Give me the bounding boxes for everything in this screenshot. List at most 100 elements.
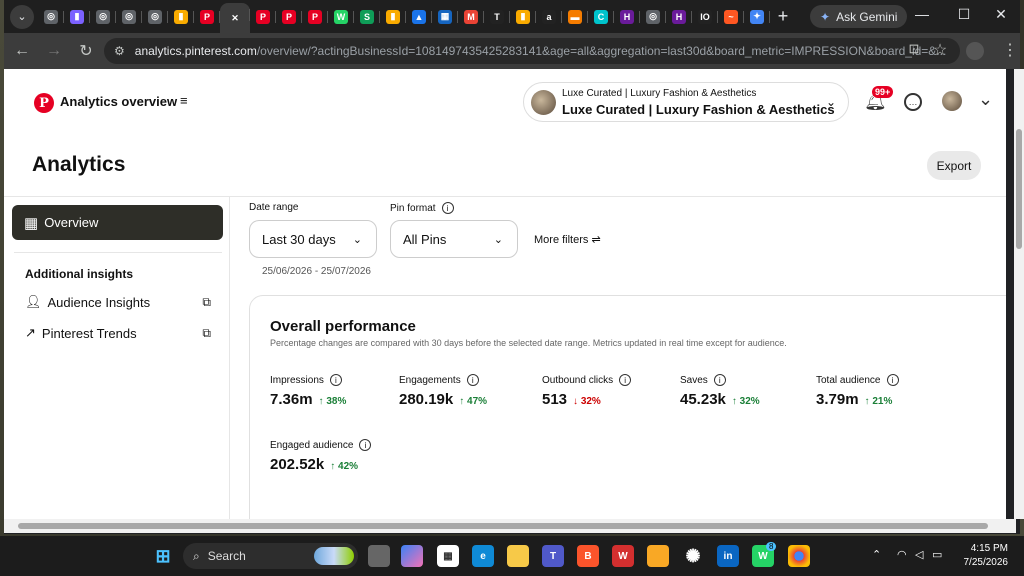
battery-icon[interactable]: ▭ (932, 548, 942, 561)
new-tab-button[interactable]: + (770, 6, 796, 27)
pin-format-select[interactable]: All Pins ⌄ (390, 220, 518, 258)
browser-tab[interactable]: ✦ (744, 5, 770, 29)
wps-office-icon[interactable]: W (612, 545, 634, 567)
url-host: analytics.pinterest.com (134, 44, 257, 58)
horizontal-scrollbar[interactable] (4, 519, 1016, 533)
browser-tab[interactable]: H (666, 5, 692, 29)
browser-tab[interactable]: ~ (718, 5, 744, 29)
browser-tab[interactable]: ▲ (406, 5, 432, 29)
amazon-icon: a (542, 9, 556, 24)
metric-change: ↑ 47% (459, 396, 487, 407)
back-button[interactable]: ← (8, 42, 36, 60)
copilot-icon[interactable] (401, 545, 423, 567)
teams-icon[interactable]: T (542, 545, 564, 567)
windows-start-icon[interactable]: ⊞ (152, 545, 174, 567)
browser-tab[interactable]: ◎ (640, 5, 666, 29)
browser-tab[interactable]: ◎ (116, 5, 142, 29)
maximize-button[interactable]: ☐ (949, 6, 979, 23)
info-icon[interactable]: i (466, 374, 479, 386)
task-view-icon[interactable] (368, 545, 390, 567)
browser-tab[interactable]: P (194, 5, 220, 29)
browser-tab[interactable]: H (614, 5, 640, 29)
browser-tab[interactable]: ▬ (562, 5, 588, 29)
messages-icon[interactable]: … (904, 93, 922, 111)
browser-tab[interactable]: P (302, 5, 328, 29)
info-icon[interactable]: i (329, 374, 342, 386)
edge-icon[interactable]: e (472, 545, 494, 567)
metric-value: 280.19k (399, 391, 454, 408)
browser-tab[interactable]: ◎ (142, 5, 168, 29)
metric-engagements: Engagements i 280.19k ↑ 47% (399, 374, 487, 408)
browser-tab[interactable]: ✕ (220, 3, 250, 33)
browser-tab[interactable]: IO (692, 5, 718, 29)
export-button[interactable]: Export (927, 151, 981, 180)
metric-name-row: Engaged audience i (270, 439, 372, 451)
browser-tab[interactable]: M (458, 5, 484, 29)
linkedin-icon[interactable]: in (717, 545, 739, 567)
close-window-button[interactable]: ✕ (986, 6, 1016, 23)
account-menu-chevron-icon[interactable]: ⌄ (978, 89, 993, 110)
profile-avatar[interactable] (966, 42, 984, 60)
info-icon[interactable]: i (619, 374, 632, 386)
browser-tab[interactable]: P (276, 5, 302, 29)
tab-search-button[interactable]: ⌄ (10, 4, 34, 29)
chrome-menu-icon[interactable]: ⋮ (996, 40, 1024, 60)
metric-change-value: 32% (580, 396, 601, 407)
browser-tab[interactable]: a (536, 5, 562, 29)
file-explorer-icon[interactable] (507, 545, 529, 567)
sliders-icon: ⇌ (591, 234, 601, 246)
browser-tab[interactable]: ▮ (510, 5, 536, 29)
user-avatar[interactable] (942, 91, 962, 111)
browser-tab[interactable]: C (588, 5, 614, 29)
browser-tab[interactable]: W (328, 5, 354, 29)
install-app-icon[interactable]: ⊡ (900, 41, 928, 57)
info-icon[interactable]: i (886, 374, 899, 386)
browser-tab[interactable]: ▮ (168, 5, 194, 29)
generic-icon: ~ (724, 9, 738, 24)
ask-gemini-button[interactable]: ✦ Ask Gemini (810, 5, 908, 28)
store-icon[interactable]: ▦ (437, 545, 459, 567)
browser-tab[interactable]: P (250, 5, 276, 29)
info-icon[interactable]: i (713, 374, 726, 386)
pinterest-logo[interactable]: P (34, 93, 54, 113)
more-filters-button[interactable]: More filters ⇌ (534, 233, 601, 246)
metric-change-value: 42% (338, 461, 359, 472)
tray-chevron-icon[interactable]: ⌃ (872, 548, 881, 561)
scroll-thumb[interactable] (1016, 129, 1022, 249)
address-bar[interactable]: ⚙ analytics.pinterest.com/overview/?acti… (104, 38, 960, 64)
brave-icon[interactable]: B (577, 545, 599, 567)
reload-button[interactable]: ↻ (72, 41, 100, 61)
vertical-scrollbar[interactable] (1014, 69, 1024, 519)
volume-icon[interactable]: ◁ (915, 548, 923, 561)
clock[interactable]: 4:15 PM 7/25/2026 (964, 542, 1009, 570)
notes-icon[interactable] (647, 545, 669, 567)
chatgpt-icon[interactable]: ✺ (682, 545, 704, 567)
globe-icon: ◎ (96, 9, 110, 24)
info-icon[interactable]: i (359, 439, 372, 451)
sidebar-item-pinterest-trends[interactable]: ↗ Pinterest Trends ⧉ (25, 325, 211, 341)
browser-tab[interactable]: ◎ (38, 5, 64, 29)
url-path: /overview/?actingBusinessId=108149743542… (256, 44, 947, 58)
hamburger-menu-icon[interactable]: ≡ (180, 93, 188, 108)
wifi-icon[interactable]: ◠ (897, 548, 907, 561)
bookmark-star-icon[interactable]: ☆ (926, 40, 954, 60)
account-switcher[interactable]: Luxe Curated | Luxury Fashion & Aestheti… (523, 82, 849, 122)
browser-tab[interactable]: ▮ (64, 5, 90, 29)
forward-button[interactable]: → (40, 42, 68, 60)
date-range-select[interactable]: Last 30 days ⌄ (249, 220, 377, 258)
app-title[interactable]: Analytics overview (60, 94, 177, 109)
sidebar-item-overview[interactable]: ▦ Overview (12, 205, 223, 240)
browser-tab[interactable]: ▦ (432, 5, 458, 29)
browser-tab[interactable]: T (484, 5, 510, 29)
site-info-icon[interactable]: ⚙ (114, 44, 125, 58)
taskbar-search[interactable]: ⌕ Search (183, 543, 358, 569)
scroll-thumb[interactable] (18, 523, 988, 529)
browser-tab[interactable]: ▮ (380, 5, 406, 29)
browser-tab[interactable]: ◎ (90, 5, 116, 29)
metric-value: 3.79m (816, 391, 859, 408)
minimize-button[interactable]: — (907, 6, 937, 22)
info-icon[interactable]: i (441, 202, 454, 214)
chrome-icon[interactable] (788, 545, 810, 567)
browser-tab[interactable]: S (354, 5, 380, 29)
sidebar-item-audience-insights[interactable]: 👤︎ Audience Insights ⧉ (25, 294, 211, 310)
